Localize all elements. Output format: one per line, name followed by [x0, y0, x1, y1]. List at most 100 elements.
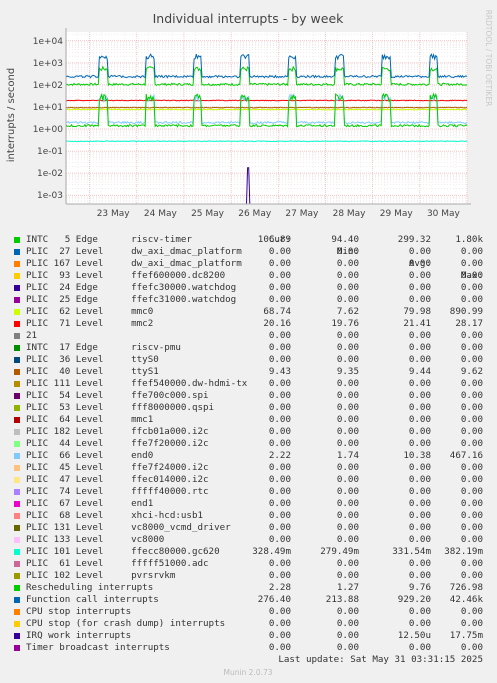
legend-cur: 0.00: [268, 510, 291, 521]
legend-cur: 0.00: [268, 606, 291, 617]
series-line: [66, 99, 468, 102]
legend-avg: 0.00: [408, 462, 431, 473]
legend-row: PLIC 102 Level pvrsrvkm 0.00 0.00 0.00 0.00: [0, 570, 497, 582]
legend-min: 0.00: [336, 630, 359, 641]
legend-max: 0.00: [460, 246, 483, 257]
legend: Cur: Min: Avg: Max: INTC 5 Edge riscv-ti…: [0, 222, 497, 654]
legend-min: 0.00: [336, 522, 359, 533]
legend-row: PLIC 53 Level fff8000000.qspi 0.00 0.00 0.0…: [0, 402, 497, 414]
legend-row: PLIC 111 Level ffef540000.dw-hdmi-tx 0.00…: [0, 378, 497, 390]
legend-swatch: [14, 513, 20, 519]
legend-row: PLIC 93 Level ffef600000.dc8200 0.00 0.00 0…: [0, 270, 497, 282]
legend-swatch: [14, 237, 20, 243]
legend-swatch: [14, 405, 20, 411]
legend-min: 0.00: [336, 294, 359, 305]
legend-min: 0.00: [336, 438, 359, 449]
legend-row: 21 0.00 0.00 0.00 0.00: [0, 330, 497, 342]
legend-swatch: [14, 585, 20, 591]
legend-cur: 0.00: [268, 282, 291, 293]
legend-avg: 0.00: [408, 606, 431, 617]
legend-avg: 0.00: [408, 402, 431, 413]
legend-label: PLIC 93 Level ffef600000.dc8200: [26, 270, 226, 281]
legend-swatch: [14, 537, 20, 543]
legend-row: PLIC 182 Level ffcb01a000.i2c 0.00 0.00 0.0…: [0, 426, 497, 438]
legend-swatch: [14, 345, 20, 351]
legend-avg: 0.00: [408, 258, 431, 269]
legend-avg: 0.00: [408, 534, 431, 545]
legend-max: 0.00: [460, 378, 483, 389]
legend-row: CPU stop (for crash dump) interrupts 0.00…: [0, 618, 497, 630]
legend-max: 0.00: [460, 642, 483, 653]
legend-row: PLIC 133 Level vc8000 0.00 0.00 0.00 0.00: [0, 534, 497, 546]
legend-max: 467.16: [449, 450, 483, 461]
legend-min: 213.88: [325, 594, 359, 605]
legend-cur: 0.00: [268, 426, 291, 437]
legend-min: 0.00: [336, 534, 359, 545]
legend-max: 1.80k: [455, 234, 483, 245]
legend-min: 0.00: [336, 246, 359, 257]
y-tick-label: 1e-02: [37, 169, 63, 179]
legend-swatch: [14, 645, 20, 651]
legend-cur: 2.28: [268, 582, 291, 593]
legend-cur: 0.00: [268, 402, 291, 413]
legend-swatch: [14, 417, 20, 423]
legend-swatch: [14, 525, 20, 531]
legend-avg: 0.00: [408, 642, 431, 653]
legend-row: Rescheduling interrupts 2.28 1.27 9.76 726.9…: [0, 582, 497, 594]
legend-avg: 0.00: [408, 378, 431, 389]
legend-label: PLIC 74 Level fffff40000.rtc: [26, 486, 209, 497]
legend-label: PLIC 62 Level mmc0: [26, 306, 154, 317]
legend-cur: 328.49m: [252, 546, 291, 557]
y-tick-label: 1e-03: [37, 191, 63, 201]
legend-rows: INTC 5 Edge riscv-timer 106.89 94.40 299.32…: [0, 234, 497, 654]
legend-row: PLIC 36 Level ttyS0 0.00 0.00 0.00 0.00: [0, 354, 497, 366]
last-update: Last update: Sat May 31 03:31:15 2025: [278, 654, 483, 665]
legend-swatch: [14, 249, 20, 255]
legend-avg: 0.00: [408, 270, 431, 281]
legend-cur: 0.00: [268, 522, 291, 533]
legend-avg: 0.00: [408, 438, 431, 449]
legend-row: PLIC 74 Level fffff40000.rtc 0.00 0.00 0.00…: [0, 486, 497, 498]
legend-avg: 0.00: [408, 354, 431, 365]
legend-label: 21: [26, 330, 38, 341]
legend-avg: 0.00: [408, 342, 431, 353]
legend-cur: 106.89: [257, 234, 291, 245]
legend-label: IRQ work interrupts: [26, 630, 132, 641]
legend-swatch: [14, 621, 20, 627]
legend-cur: 0.00: [268, 390, 291, 401]
legend-min: 0.00: [336, 474, 359, 485]
legend-cur: 0.00: [268, 294, 291, 305]
legend-swatch: [14, 273, 20, 279]
legend-row: PLIC 67 Level end1 0.00 0.00 0.00 0.00: [0, 498, 497, 510]
legend-avg: 0.00: [408, 486, 431, 497]
legend-max: 0.00: [460, 618, 483, 629]
legend-cur: 0.00: [268, 486, 291, 497]
legend-max: 0.00: [460, 402, 483, 413]
x-tick-label: 26 May: [238, 209, 272, 219]
legend-min: 0.00: [336, 558, 359, 569]
legend-min: 0.00: [336, 402, 359, 413]
x-tick-label: 25 May: [191, 209, 225, 219]
legend-header: Cur: Min: Avg: Max:: [0, 222, 497, 281]
legend-cur: 276.40: [257, 594, 291, 605]
legend-avg: 0.00: [408, 498, 431, 509]
legend-min: 1.27: [336, 582, 359, 593]
legend-avg: 0.00: [408, 246, 431, 257]
legend-cur: 0.00: [268, 642, 291, 653]
legend-max: 0.00: [460, 606, 483, 617]
legend-cur: 0.00: [268, 270, 291, 281]
legend-swatch: [14, 453, 20, 459]
legend-max: 0.00: [460, 510, 483, 521]
legend-max: 0.00: [460, 258, 483, 269]
legend-max: 0.00: [460, 522, 483, 533]
legend-max: 0.00: [460, 486, 483, 497]
legend-avg: 0.00: [408, 294, 431, 305]
legend-row: Timer broadcast interrupts 0.00 0.00 0.00 0.…: [0, 642, 497, 654]
legend-min: 0.00: [336, 642, 359, 653]
legend-swatch: [14, 285, 20, 291]
legend-cur: 2.22: [268, 450, 291, 461]
chart-title: Individual interrupts - by week: [153, 11, 345, 26]
legend-avg: 0.00: [408, 558, 431, 569]
legend-avg: 0.00: [408, 390, 431, 401]
legend-swatch: [14, 441, 20, 447]
